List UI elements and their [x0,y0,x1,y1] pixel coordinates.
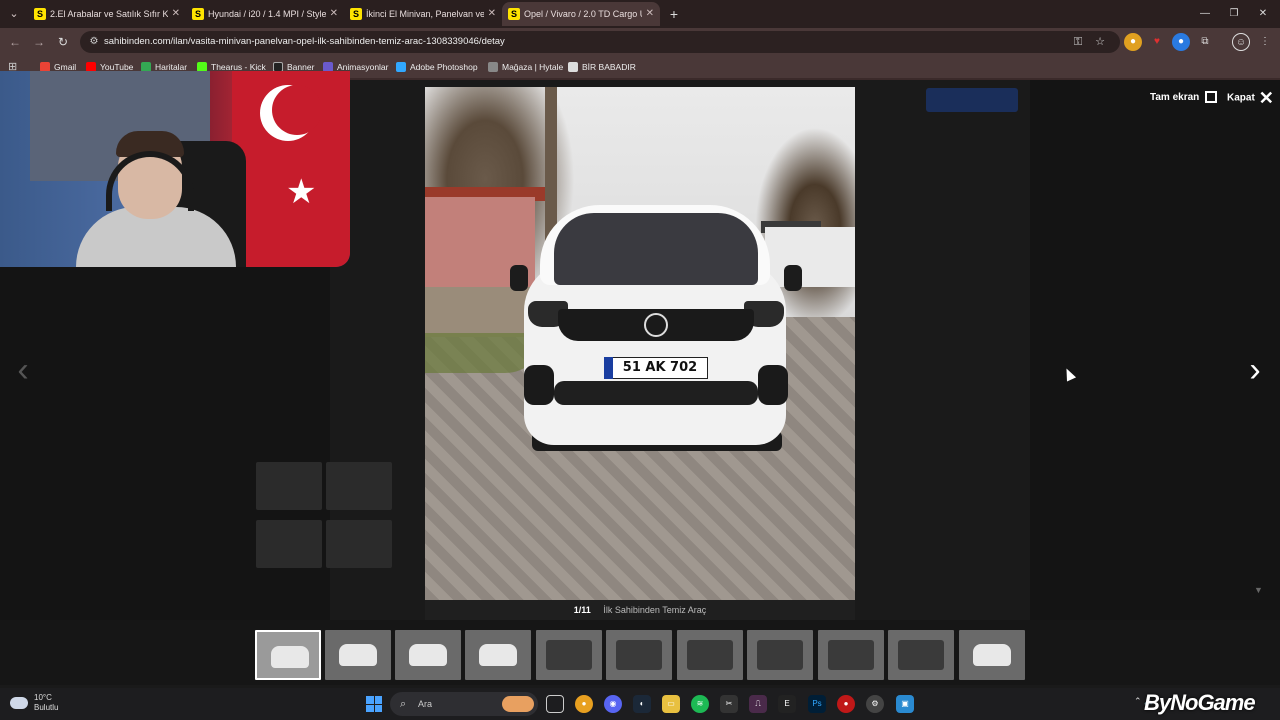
address-bar[interactable]: ⚙ sahibinden.com/ilan/vasita-minivan-pan… [80,31,1120,53]
epic-games-icon[interactable]: E [778,695,796,713]
dimmed-thumb [326,462,392,510]
sahibinden-favicon: S [34,8,46,20]
weather-widget[interactable]: 10°C Bulutlu [10,693,58,713]
tab-4-active[interactable]: S Opel / Vivaro / 2.0 TD Cargo Ul ✕ [502,2,660,26]
steam-icon[interactable]: ◐ [633,695,651,713]
tab-3[interactable]: S İkinci El Minivan, Panelvan ve C ✕ [344,2,502,26]
reload-icon[interactable]: ↻ [54,33,72,51]
extension-icon[interactable]: ♥ [1148,33,1166,51]
hytale-icon [488,62,498,72]
dimmed-thumb [256,520,322,568]
thumbnail-4[interactable] [465,630,531,680]
file-explorer-icon[interactable]: ▭ [662,695,680,713]
close-viewer-button[interactable]: Kapat ✕ [1227,88,1274,108]
close-icon[interactable]: ✕ [330,2,338,26]
browser-chrome: ⌄ S 2.El Arabalar ve Satılık Sıfır Km ✕ … [0,0,1280,80]
sahibinden-favicon: S [350,8,362,20]
dimmed-post-ad-button [926,88,1018,112]
extension-icon[interactable]: ● [1172,33,1190,51]
thumbnail-8[interactable] [747,630,813,680]
thumbnail-7[interactable] [677,630,743,680]
fullscreen-button[interactable]: Tam ekran [1150,90,1218,106]
bynogame-watermark: ByNoGame [1144,690,1256,715]
caption-text: İlk Sahibinden Temiz Araç [603,605,707,615]
password-key-icon[interactable]: ⚿ [1070,34,1086,50]
site-info-icon[interactable]: ⚙ [86,34,102,50]
tab-strip: ⌄ S 2.El Arabalar ve Satılık Sıfır Km ✕ … [0,0,1280,28]
previous-photo-arrow[interactable]: ‹ [10,350,36,390]
restore-button[interactable]: ❐ [1219,4,1249,24]
close-icon[interactable]: ✕ [172,2,180,26]
tab-1[interactable]: S 2.El Arabalar ve Satılık Sıfır Km ✕ [28,2,186,26]
close-icon: ✕ [1258,88,1274,108]
browser-toolbar: ← → ↻ ⚙ sahibinden.com/ilan/vasita-miniv… [0,28,1280,56]
app-icon[interactable]: ⚙ [866,695,884,713]
van-image: 51 AK 702 [510,205,802,451]
photo-counter: 1/11 [573,605,591,615]
folder-icon [568,62,578,72]
photoshop-icon[interactable]: Ps [808,695,826,713]
license-plate: 51 AK 702 [604,357,708,379]
streamer-webcam-overlay: ★ [0,71,350,267]
dimmed-thumb [256,462,322,510]
search-icon: ⌕ [400,698,407,710]
thumbnail-1[interactable] [255,630,321,680]
close-icon[interactable]: ✕ [646,2,654,26]
extension-icon[interactable]: ● [1124,33,1142,51]
thumbnail-3[interactable] [395,630,461,680]
bookmark-folder[interactable]: BİR BABADIR [568,59,636,75]
photoshop-icon [396,62,406,72]
menu-kebab-icon[interactable]: ⋮ [1256,33,1274,51]
scroll-down-icon[interactable]: ▼ [1254,585,1263,595]
mouse-cursor-icon [1061,366,1077,382]
thumbnail-2[interactable] [325,630,391,680]
extensions-puzzle-icon[interactable]: ⧉ [1196,33,1214,51]
windows-taskbar: 10°C Bulutlu ⌕ Ara ● ◉ ◐ ▭ ≋ ✂ ⎍ E Ps ● … [0,688,1280,720]
tab-label: Opel / Vivaro / 2.0 TD Cargo Ul [524,9,642,19]
tab-2[interactable]: S Hyundai / i20 / 1.4 MPI / Style / ✕ [186,2,344,26]
thumbnail-6[interactable] [606,630,672,680]
tab-label: İkinci El Minivan, Panelvan ve C [366,9,484,19]
profile-avatar-icon[interactable]: ☺ [1232,33,1250,51]
tab-label: 2.El Arabalar ve Satılık Sıfır Km [50,9,168,19]
tab-search-button[interactable]: ⌄ [4,4,24,24]
close-icon[interactable]: ✕ [488,2,496,26]
thumbnail-10[interactable] [888,630,954,680]
main-photo[interactable]: 51 AK 702 [425,87,855,600]
minimize-button[interactable]: — [1190,4,1220,24]
task-view-icon[interactable] [546,695,564,713]
streamer [76,131,236,267]
back-icon[interactable]: ← [6,33,24,51]
url-text: sahibinden.com/ilan/vasita-minivan-panel… [104,36,505,47]
window-close-button[interactable]: ✕ [1248,4,1278,24]
thumbnail-5[interactable] [536,630,602,680]
bookmark-star-icon[interactable]: ☆ [1092,34,1108,50]
cloud-icon [10,697,28,709]
fullscreen-icon [1205,91,1218,104]
app-icon[interactable]: ▣ [896,695,914,713]
windows-start-icon[interactable] [366,696,382,712]
capcut-icon[interactable]: ✂ [720,695,738,713]
photo-caption: 1/11 İlk Sahibinden Temiz Araç [425,600,855,620]
thumbnail-11[interactable] [959,630,1025,680]
sahibinden-favicon: S [508,8,520,20]
thumbnail-9[interactable] [818,630,884,680]
bookmark-photoshop[interactable]: Adobe Photoshop [396,59,478,75]
discord-icon[interactable]: ◉ [604,695,622,713]
app-icon[interactable]: ● [837,695,855,713]
thumbnail-strip [0,620,1280,685]
taskbar-search[interactable]: ⌕ Ara [390,692,538,716]
bookmark-hytale[interactable]: Mağaza | Hytale [488,59,563,75]
tab-label: Hyundai / i20 / 1.4 MPI / Style / [208,9,326,19]
sahibinden-favicon: S [192,8,204,20]
next-photo-arrow[interactable]: › [1242,350,1268,390]
app-icon[interactable]: ⎍ [749,695,767,713]
chrome-icon[interactable]: ● [575,695,593,713]
dimmed-thumb [326,520,392,568]
new-tab-button[interactable]: + [664,4,684,24]
forward-icon[interactable]: → [30,33,48,51]
spotify-icon[interactable]: ≋ [691,695,709,713]
